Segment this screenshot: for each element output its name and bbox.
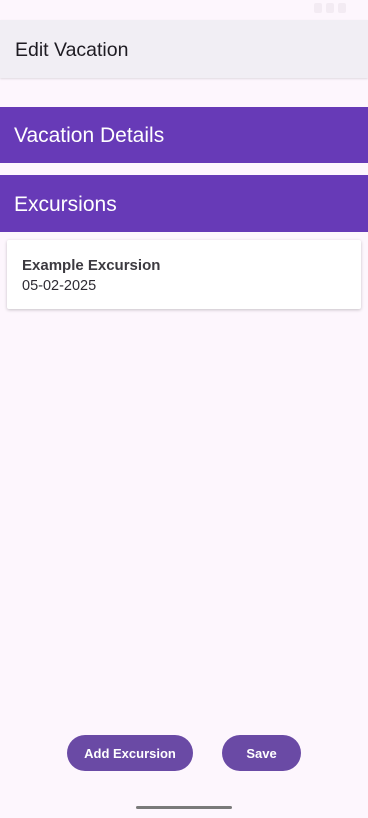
excursion-name: Example Excursion xyxy=(22,257,161,274)
excursions-header[interactable]: Excursions xyxy=(0,175,368,232)
save-button[interactable]: Save xyxy=(222,735,301,771)
excursion-date: 05-02-2025 xyxy=(22,278,97,294)
page-title: Edit Vacation xyxy=(15,39,129,61)
battery-icon xyxy=(338,3,346,13)
status-bar xyxy=(0,0,368,20)
wifi-icon xyxy=(314,3,322,13)
signal-icon xyxy=(326,3,334,13)
excursions-label: Excursions xyxy=(14,193,117,216)
vacation-details-header[interactable]: Vacation Details xyxy=(0,107,368,163)
app-bar: Edit Vacation xyxy=(0,20,368,78)
vacation-details-label: Vacation Details xyxy=(14,124,165,147)
gesture-navigation-bar[interactable] xyxy=(136,806,232,809)
add-excursion-button[interactable]: Add Excursion xyxy=(67,735,193,771)
excursion-card[interactable]: Example Excursion 05-02-2025 xyxy=(7,240,361,309)
status-icons xyxy=(314,3,346,13)
